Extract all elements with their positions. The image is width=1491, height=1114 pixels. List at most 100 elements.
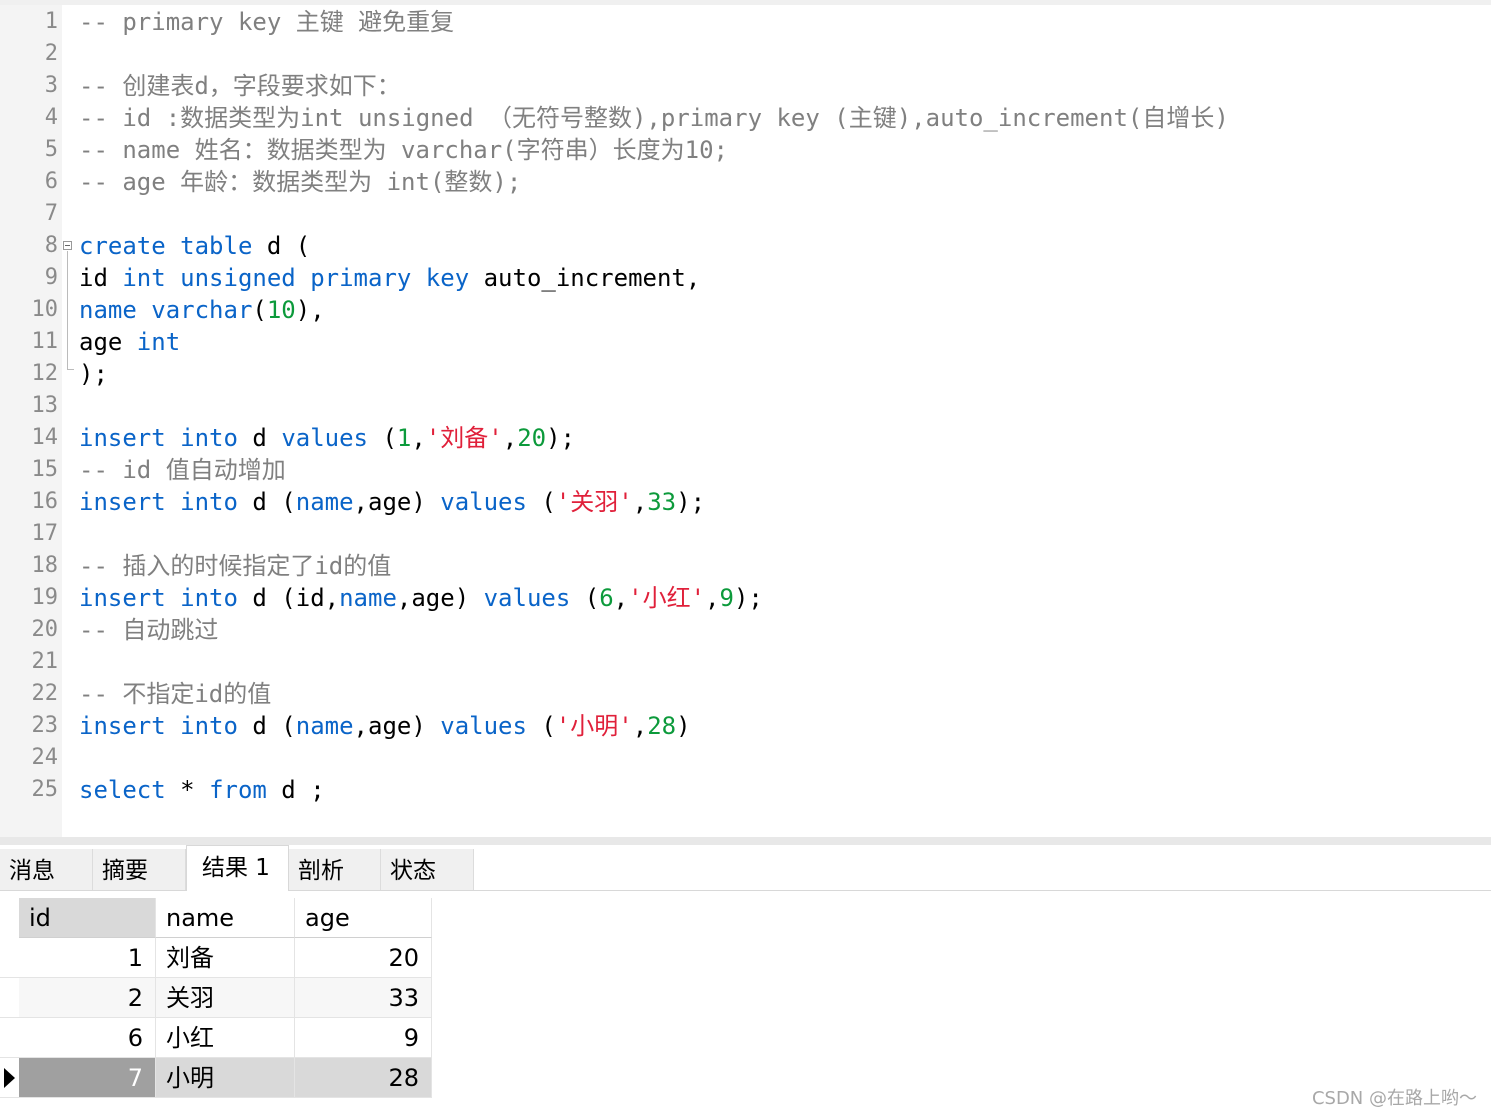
pane-splitter[interactable] xyxy=(0,837,1491,845)
column-header-name[interactable]: name xyxy=(156,898,295,938)
sql-comment: -- id 值自动增加 xyxy=(79,456,286,484)
code-line[interactable]: 21 xyxy=(0,646,1491,678)
sql-keyword: insert into xyxy=(79,424,238,452)
sql-token: age xyxy=(79,328,137,356)
row-selector[interactable] xyxy=(0,978,19,1018)
cell-id[interactable]: 7 xyxy=(19,1058,156,1098)
tab-result-1[interactable]: 结果 1 xyxy=(186,845,289,891)
code-line[interactable]: 9 id int unsigned primary key auto_increm… xyxy=(0,262,1491,294)
code-line[interactable]: 16 insert into d (name,age) values ('关羽',… xyxy=(0,486,1491,518)
cell-age[interactable]: 20 xyxy=(295,938,432,978)
code-text: -- primary key 主键 避免重复 xyxy=(79,6,454,38)
line-number: 10 xyxy=(31,297,59,322)
code-line[interactable]: 8 create table d ( xyxy=(0,230,1491,262)
code-line[interactable]: 2 xyxy=(0,38,1491,70)
row-selector[interactable] xyxy=(0,1018,19,1058)
code-line[interactable]: 6 -- age 年龄：数据类型为 int(整数); xyxy=(0,166,1491,198)
code-line[interactable]: 14 insert into d values (1,'刘备',20); xyxy=(0,422,1491,454)
sql-comment: -- name 姓名：数据类型为 varchar(字符串）长度为10; xyxy=(79,136,728,164)
code-line[interactable]: 22 -- 不指定id的值 xyxy=(0,678,1491,710)
sql-keyword: values xyxy=(281,424,369,452)
row-selector[interactable] xyxy=(0,938,19,978)
sql-editor[interactable]: 1 -- primary key 主键 避免重复 2 3 -- 创建表d，字段要求如下：… xyxy=(0,5,1491,837)
line-number: 23 xyxy=(31,713,59,738)
tab-summary[interactable]: 摘要 xyxy=(93,849,186,890)
fold-collapse-icon[interactable] xyxy=(63,241,72,250)
code-text: -- age 年龄：数据类型为 int(整数); xyxy=(79,166,521,198)
sql-keyword: insert into xyxy=(79,584,238,612)
sql-number: 1 xyxy=(396,424,412,452)
code-line[interactable]: 15 -- id 值自动增加 xyxy=(0,454,1491,486)
column-header-age[interactable]: age xyxy=(295,898,432,938)
cell-name[interactable]: 刘备 xyxy=(156,938,295,978)
line-number: 19 xyxy=(31,585,59,610)
code-line[interactable]: 3 -- 创建表d，字段要求如下： xyxy=(0,70,1491,102)
cell-id[interactable]: 2 xyxy=(19,978,156,1018)
code-line[interactable]: 20 -- 自动跳过 xyxy=(0,614,1491,646)
code-line[interactable]: 11 age int xyxy=(0,326,1491,358)
sql-token: * xyxy=(165,776,210,804)
sql-keyword: insert into xyxy=(79,712,238,740)
row-selector[interactable] xyxy=(0,1058,19,1098)
sql-comment: -- 创建表d，字段要求如下： xyxy=(79,72,401,100)
table-row[interactable]: 7 小明 28 xyxy=(0,1058,432,1098)
code-line[interactable]: 10 name varchar(10), xyxy=(0,294,1491,326)
code-text: -- id :数据类型为int unsigned （无符号整数),primary… xyxy=(79,102,1229,134)
sql-token: ( xyxy=(526,712,556,740)
code-line[interactable]: 5 -- name 姓名：数据类型为 varchar(字符串）长度为10; xyxy=(0,134,1491,166)
code-text: -- 不指定id的值 xyxy=(79,678,271,710)
tab-profile[interactable]: 剖析 xyxy=(289,849,381,890)
sql-keyword: name xyxy=(295,712,354,740)
sql-token: ), xyxy=(295,296,325,324)
cell-age[interactable]: 28 xyxy=(295,1058,432,1098)
line-number: 18 xyxy=(31,553,59,578)
line-number: 1 xyxy=(44,9,58,34)
line-number: 3 xyxy=(44,73,58,98)
sql-token: ); xyxy=(676,488,706,516)
sql-keyword: name xyxy=(295,488,354,516)
code-text: insert into d (name,age) values ('关羽',33… xyxy=(79,486,705,518)
sql-string: '小红' xyxy=(628,584,706,612)
code-line[interactable]: 24 xyxy=(0,742,1491,774)
code-line[interactable]: 17 xyxy=(0,518,1491,550)
code-line[interactable]: 19 insert into d (id,name,age) values (6,… xyxy=(0,582,1491,614)
sql-keyword: from xyxy=(209,776,267,804)
sql-comment: -- age 年龄：数据类型为 int(整数); xyxy=(79,168,522,196)
sql-token: , xyxy=(632,488,648,516)
code-line[interactable]: 18 -- 插入的时候指定了id的值 xyxy=(0,550,1491,582)
cell-age[interactable]: 33 xyxy=(295,978,432,1018)
cell-name[interactable]: 小红 xyxy=(156,1018,295,1058)
sql-token: , xyxy=(632,712,648,740)
table-row[interactable]: 6 小红 9 xyxy=(0,1018,432,1058)
code-line[interactable]: 13 xyxy=(0,390,1491,422)
line-number: 2 xyxy=(44,41,58,66)
grid-header-row: id name age xyxy=(0,898,432,938)
sql-token: ,age) xyxy=(396,584,484,612)
line-number: 9 xyxy=(44,265,58,290)
cell-name[interactable]: 小明 xyxy=(156,1058,295,1098)
tab-messages[interactable]: 消息 xyxy=(0,849,93,890)
code-line[interactable]: 4 -- id :数据类型为int unsigned （无符号整数),primar… xyxy=(0,102,1491,134)
sql-token: ); xyxy=(546,424,575,452)
tab-status[interactable]: 状态 xyxy=(381,849,474,890)
column-header-id[interactable]: id xyxy=(19,898,156,938)
code-line[interactable]: 7 xyxy=(0,198,1491,230)
current-row-arrow-icon xyxy=(4,1068,15,1088)
line-number: 25 xyxy=(31,777,59,802)
code-line[interactable]: 25 select * from d ; xyxy=(0,774,1491,806)
cell-id[interactable]: 6 xyxy=(19,1018,156,1058)
table-row[interactable]: 1 刘备 20 xyxy=(0,938,432,978)
sql-token: ( xyxy=(570,584,600,612)
code-line[interactable]: 12); xyxy=(0,358,1491,390)
table-row[interactable]: 2 关羽 33 xyxy=(0,978,432,1018)
code-line[interactable]: 23 insert into d (name,age) values ('小明',… xyxy=(0,710,1491,742)
code-line[interactable]: 1 -- primary key 主键 避免重复 xyxy=(0,6,1491,38)
line-number: 24 xyxy=(31,745,59,770)
sql-keyword: values xyxy=(440,488,527,516)
line-number: 11 xyxy=(31,329,59,354)
cell-age[interactable]: 9 xyxy=(295,1018,432,1058)
sql-number: 9 xyxy=(719,584,734,612)
sql-comment: -- 插入的时候指定了id的值 xyxy=(79,552,392,580)
cell-name[interactable]: 关羽 xyxy=(156,978,295,1018)
cell-id[interactable]: 1 xyxy=(19,938,156,978)
